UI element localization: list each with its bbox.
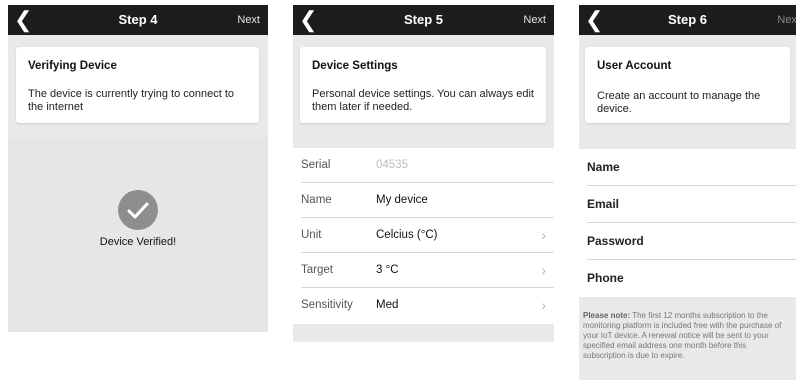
card-body: Create an account to manage the device. [597, 90, 761, 115]
unit-value: Celcius (°C) [376, 229, 438, 241]
settings-row-serial: Serial 04535 [293, 148, 554, 183]
settings-row-name[interactable]: Name My device [293, 183, 554, 218]
account-form: Name Email Password Phone [579, 149, 796, 297]
card-title: User Account [597, 60, 672, 72]
settings-list: Serial 04535 Name My device Unit Celcius… [293, 148, 554, 324]
target-value: 3 °C [376, 264, 399, 276]
subscription-note: Please note: The first 12 months subscri… [583, 311, 790, 361]
step5-screen: ❮ Step 5 Next Device Settings Personal d… [293, 5, 554, 342]
card-title: Verifying Device [28, 60, 117, 72]
step6-next-button[interactable]: Next [777, 5, 796, 35]
email-field[interactable]: Email [579, 186, 796, 223]
settings-card: Device Settings Personal device settings… [300, 47, 546, 123]
name-field[interactable]: Name [579, 149, 796, 186]
chevron-right-icon: › [541, 227, 546, 243]
step5-title: Step 5 [403, 12, 443, 27]
verifying-card: Verifying Device The device is currently… [16, 47, 259, 123]
note-emphasis: Please note: [583, 311, 631, 320]
row-label: Name [301, 194, 332, 206]
chevron-right-icon: › [541, 262, 546, 278]
step4-title: Step 4 [118, 12, 158, 27]
field-label: Password [587, 234, 644, 248]
step4-screen: ❮ Step 4 Next Verifying Device The devic… [8, 5, 268, 332]
step6-navbar: ❮ Step 6 Next [579, 5, 796, 35]
sensitivity-value: Med [376, 299, 399, 311]
account-card: User Account Create an account to manage… [585, 47, 790, 123]
name-value[interactable]: My device [376, 183, 428, 218]
step4-next-button[interactable]: Next [237, 5, 260, 35]
row-label: Sensitivity [301, 299, 353, 311]
row-label: Unit [301, 229, 322, 241]
field-label: Email [587, 197, 620, 211]
serial-value: 04535 [376, 159, 408, 171]
verified-area [8, 138, 268, 332]
step6-title: Step 6 [667, 12, 707, 27]
chevron-right-icon: › [541, 297, 546, 313]
settings-row-target[interactable]: Target 3 °C › [293, 253, 554, 288]
field-label: Name [587, 160, 620, 174]
verified-status-text: Device Verified! [99, 236, 177, 248]
settings-row-unit[interactable]: Unit Celcius (°C) › [293, 218, 554, 253]
row-label: Target [301, 264, 333, 276]
settings-row-sensitivity[interactable]: Sensitivity Med › [293, 288, 554, 323]
card-body: The device is currently trying to connec… [28, 88, 235, 113]
checkmark-icon [118, 190, 158, 230]
phone-field[interactable]: Phone [579, 260, 796, 297]
card-body: Personal device settings. You can always… [312, 88, 534, 113]
row-label: Serial [301, 159, 331, 171]
password-field[interactable]: Password [579, 223, 796, 260]
field-label: Phone [587, 271, 624, 285]
step6-screen: ❮ Step 6 Next User Account Create an acc… [579, 5, 796, 380]
step5-next-button[interactable]: Next [523, 5, 546, 35]
step4-navbar: ❮ Step 4 Next [8, 5, 268, 35]
step5-navbar: ❮ Step 5 Next [293, 5, 554, 35]
card-title: Device Settings [312, 60, 398, 72]
